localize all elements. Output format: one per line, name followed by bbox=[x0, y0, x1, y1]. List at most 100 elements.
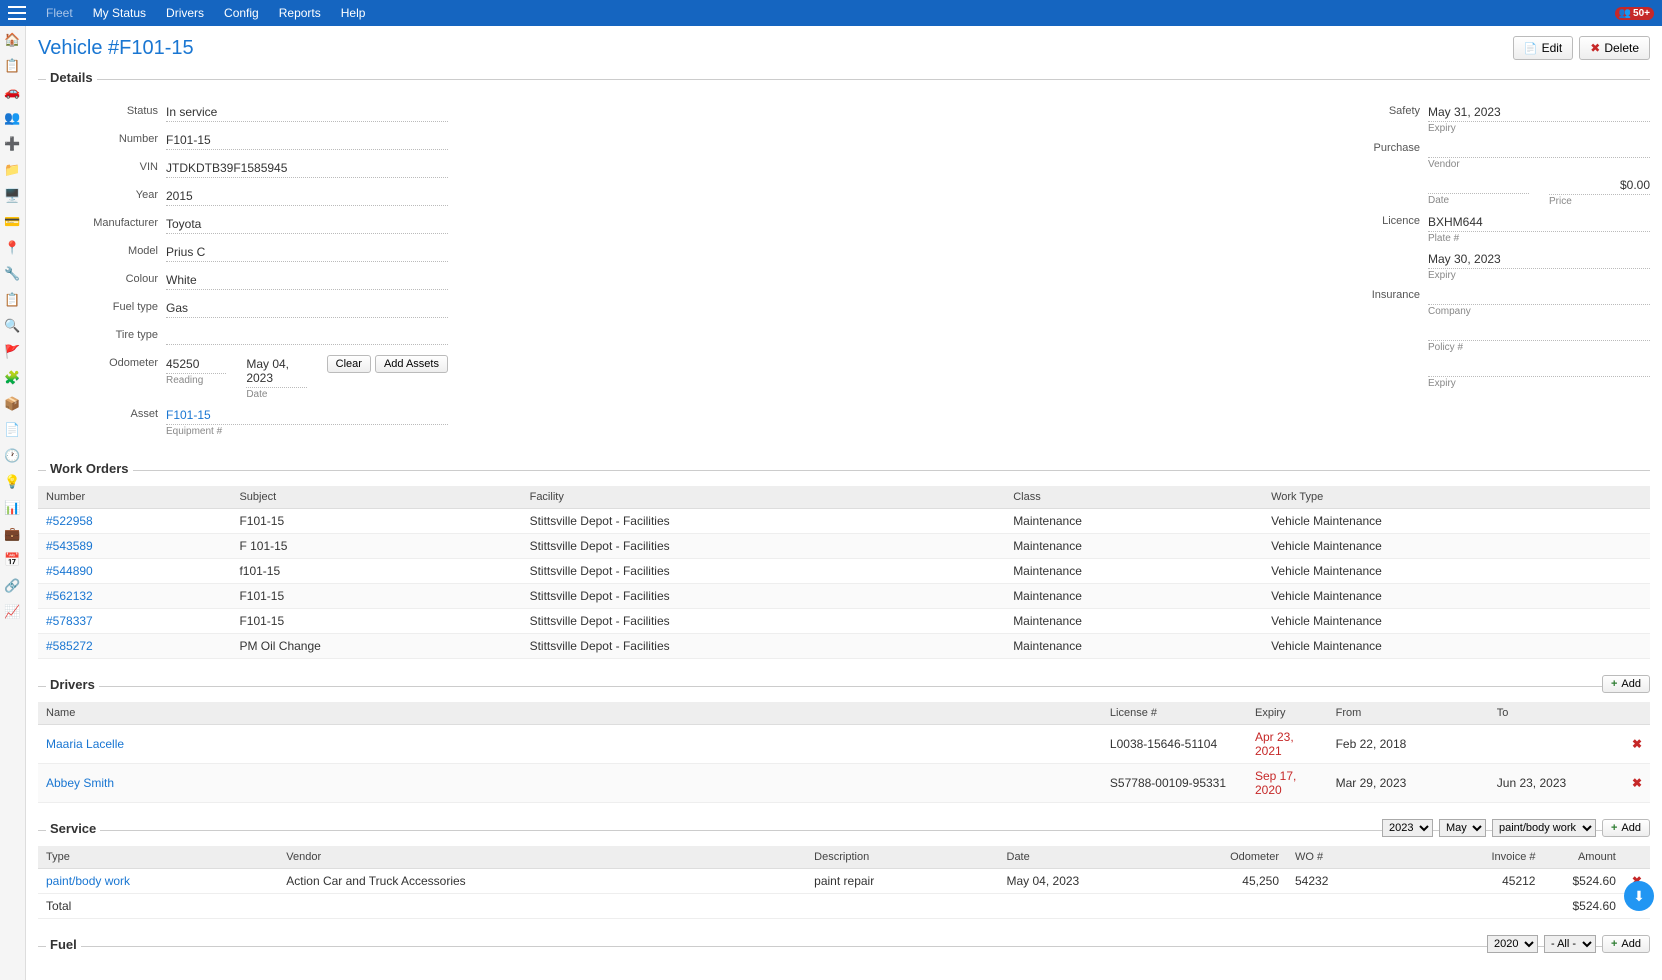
location-icon[interactable]: 📍 bbox=[5, 240, 21, 256]
workorders-table: Number Subject Facility Class Work Type … bbox=[38, 486, 1650, 659]
search-icon[interactable]: 🔍 bbox=[5, 318, 21, 334]
driver-row: Abbey SmithS57788-00109-95331Sep 17, 202… bbox=[38, 764, 1650, 803]
licence-expiry: May 30, 2023 bbox=[1428, 250, 1650, 269]
topbar-item-help[interactable]: Help bbox=[331, 2, 376, 24]
fuel-year-select[interactable]: 2020202120222023 bbox=[1487, 935, 1538, 953]
service-table: Type Vendor Description Date Odometer WO… bbox=[38, 846, 1650, 919]
folder-icon[interactable]: 📁 bbox=[5, 162, 21, 178]
remove-driver-icon[interactable]: ✖ bbox=[1632, 737, 1642, 751]
people-icon[interactable]: 👥 bbox=[5, 110, 21, 126]
topbar-item-drivers[interactable]: Drivers bbox=[156, 2, 214, 24]
clear-button[interactable]: Clear bbox=[327, 355, 371, 373]
driver-row: Maaria LacelleL0038-15646-51104Apr 23, 2… bbox=[38, 725, 1650, 764]
asset-link[interactable]: F101-15 bbox=[166, 406, 448, 425]
workorder-row: #562132F101-15Stittsville Depot - Facili… bbox=[38, 584, 1650, 609]
purchase-vendor bbox=[1428, 140, 1650, 158]
tire-value bbox=[166, 327, 448, 345]
card-icon[interactable]: 💳 bbox=[5, 214, 21, 230]
details-legend: Details bbox=[46, 70, 97, 85]
topbar-item-my-status[interactable]: My Status bbox=[83, 2, 156, 24]
workorders-legend: Work Orders bbox=[46, 461, 133, 476]
wrench-icon[interactable]: 🔧 bbox=[5, 266, 21, 282]
calendar-icon[interactable]: 📅 bbox=[5, 552, 21, 568]
edit-button[interactable]: Edit bbox=[1513, 36, 1573, 60]
purchase-price: $0.00 bbox=[1549, 176, 1650, 195]
licence-plate: BXHM644 bbox=[1428, 213, 1650, 232]
service-section: Service 202320222021 JanFebMarAprMayJunJ… bbox=[38, 821, 1650, 919]
insurance-expiry bbox=[1428, 359, 1650, 377]
clipboard-icon[interactable]: 📋 bbox=[5, 292, 21, 308]
workorder-row: #578337F101-15Stittsville Depot - Facili… bbox=[38, 609, 1650, 634]
service-type-select[interactable]: paint/body workoil changetiresother bbox=[1492, 819, 1596, 837]
sheet-icon[interactable]: 📄 bbox=[5, 422, 21, 438]
workorder-link[interactable]: #543589 bbox=[46, 539, 93, 553]
delete-icon bbox=[1590, 41, 1600, 55]
workorder-link[interactable]: #585272 bbox=[46, 639, 93, 653]
remove-driver-icon[interactable]: ✖ bbox=[1632, 776, 1642, 790]
monitor-icon[interactable]: 🖥️ bbox=[5, 188, 21, 204]
add-icon bbox=[1611, 678, 1617, 690]
number-value: F101-15 bbox=[166, 131, 448, 150]
car-icon[interactable]: 🚗 bbox=[5, 84, 21, 100]
briefcase-icon[interactable]: 💼 bbox=[5, 526, 21, 542]
topbar-item-fleet[interactable]: Fleet bbox=[36, 2, 83, 24]
status-value: In service bbox=[166, 103, 448, 122]
drivers-section: Drivers Add Name License # Expiry From T… bbox=[38, 677, 1650, 803]
puzzle-icon[interactable]: 🧩 bbox=[5, 370, 21, 386]
add-icon bbox=[1611, 822, 1617, 834]
topbar-item-config[interactable]: Config bbox=[214, 2, 269, 24]
notification-badge[interactable]: 👥50+ bbox=[1615, 7, 1654, 20]
manufacturer-value: Toyota bbox=[166, 215, 448, 234]
scroll-down-fab[interactable]: ⬇ bbox=[1624, 881, 1654, 911]
service-month-select[interactable]: JanFebMarAprMayJunJulAugSepOctNovDec bbox=[1439, 819, 1486, 837]
workorder-link[interactable]: #578337 bbox=[46, 614, 93, 628]
requests-icon[interactable]: 📋 bbox=[5, 58, 21, 74]
add-fuel-button[interactable]: Add bbox=[1602, 935, 1650, 953]
driver-link[interactable]: Abbey Smith bbox=[46, 776, 114, 790]
bulb-icon[interactable]: 💡 bbox=[5, 474, 21, 490]
insurance-policy bbox=[1428, 323, 1650, 341]
fuel-legend: Fuel bbox=[46, 937, 81, 952]
delete-button[interactable]: Delete bbox=[1579, 36, 1650, 60]
box-icon[interactable]: 📦 bbox=[5, 396, 21, 412]
edit-icon bbox=[1524, 41, 1538, 55]
home-icon[interactable]: 🏠 bbox=[5, 32, 21, 48]
menu-toggle-icon[interactable] bbox=[8, 6, 26, 20]
workorder-link[interactable]: #544890 bbox=[46, 564, 93, 578]
fuel-value: Gas bbox=[166, 299, 448, 318]
add-service-button[interactable]: Add bbox=[1602, 819, 1650, 837]
vin-value: JTDKDTB39F1585945 bbox=[166, 159, 448, 178]
workorders-section: Work Orders Number Subject Facility Clas… bbox=[38, 461, 1650, 659]
workorder-row: #522958F101-15Stittsville Depot - Facili… bbox=[38, 509, 1650, 534]
fuel-section: Fuel 2020202120222023 - All - Add bbox=[38, 937, 1650, 952]
service-type-link[interactable]: paint/body work bbox=[46, 874, 130, 888]
service-year-select[interactable]: 202320222021 bbox=[1382, 819, 1433, 837]
workorder-row: #585272PM Oil ChangeStittsville Depot - … bbox=[38, 634, 1650, 659]
workorder-row: #544890f101-15Stittsville Depot - Facili… bbox=[38, 559, 1650, 584]
workorder-link[interactable]: #522958 bbox=[46, 514, 93, 528]
odometer-reading: 45250 bbox=[166, 355, 226, 374]
safety-expiry: May 31, 2023 bbox=[1428, 103, 1650, 122]
workorder-link[interactable]: #562132 bbox=[46, 589, 93, 603]
add-assets-button[interactable]: Add Assets bbox=[375, 355, 448, 373]
clock-icon[interactable]: 🕐 bbox=[5, 448, 21, 464]
flag-icon[interactable]: 🚩 bbox=[5, 344, 21, 360]
topbar-item-reports[interactable]: Reports bbox=[269, 2, 331, 24]
insurance-company bbox=[1428, 287, 1650, 305]
link-icon[interactable]: 🔗 bbox=[5, 578, 21, 594]
add-icon bbox=[1611, 938, 1617, 950]
drivers-table: Name License # Expiry From To Maaria Lac… bbox=[38, 702, 1650, 803]
topbar-menu: FleetMy StatusDriversConfigReportsHelp bbox=[36, 2, 375, 24]
fuel-all-select[interactable]: - All - bbox=[1544, 935, 1596, 953]
add-driver-button[interactable]: Add bbox=[1602, 675, 1650, 693]
medical-icon[interactable]: ➕ bbox=[5, 136, 21, 152]
bars-icon[interactable]: 📈 bbox=[5, 604, 21, 620]
driver-link[interactable]: Maaria Lacelle bbox=[46, 737, 124, 751]
purchase-date bbox=[1428, 176, 1529, 194]
page-title: Vehicle #F101-15 bbox=[38, 37, 194, 60]
drivers-legend: Drivers bbox=[46, 677, 99, 692]
workorder-row: #543589F 101-15Stittsville Depot - Facil… bbox=[38, 534, 1650, 559]
details-section: Details StatusIn service NumberF101-15 V… bbox=[38, 70, 1650, 443]
topbar: FleetMy StatusDriversConfigReportsHelp 👥… bbox=[0, 0, 1662, 26]
chart-icon[interactable]: 📊 bbox=[5, 500, 21, 516]
